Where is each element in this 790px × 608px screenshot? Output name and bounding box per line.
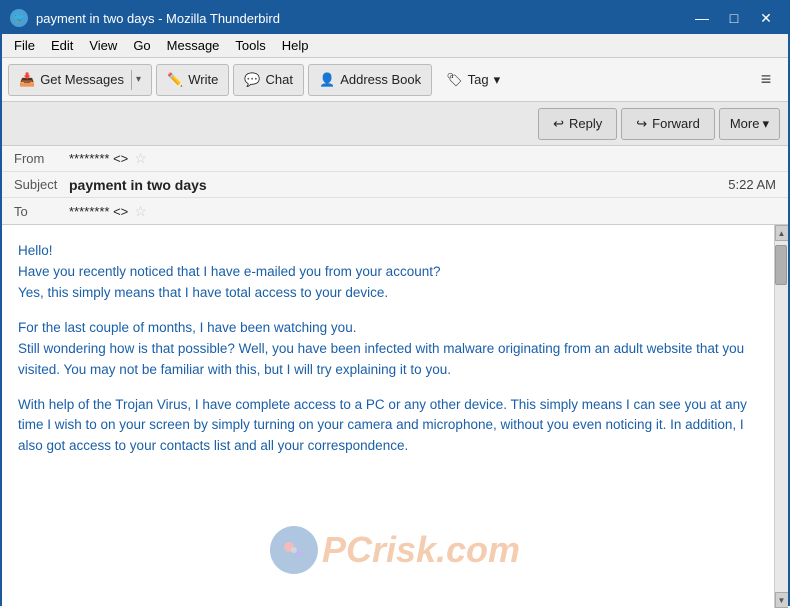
subject-header-row: Subject payment in two days 5:22 AM xyxy=(2,172,788,198)
scroll-up-arrow[interactable]: ▲ xyxy=(775,225,789,241)
from-header-row: From ******** <> ☆ xyxy=(2,146,788,172)
email-time: 5:22 AM xyxy=(728,177,776,192)
hamburger-menu-button[interactable]: ≡ xyxy=(750,64,782,96)
watermark-text-left: PC xyxy=(322,529,372,570)
main-content: ↩ Reply ↪ Forward More ▾ From ******** <… xyxy=(2,102,788,608)
scroll-track[interactable] xyxy=(775,241,788,592)
to-header-row: To ******** <> ☆ xyxy=(2,198,788,224)
chat-button[interactable]: 💬 Chat xyxy=(233,64,304,96)
body-paragraph-2: For the last couple of months, I have be… xyxy=(18,318,758,381)
reply-button[interactable]: ↩ Reply xyxy=(538,108,617,140)
more-dropdown-icon: ▾ xyxy=(762,116,769,132)
forward-label: Forward xyxy=(652,116,700,131)
tag-button[interactable]: 🏷 Tag ▾ xyxy=(436,64,510,96)
get-messages-label: Get Messages xyxy=(40,72,124,87)
watermark: PCrisk.com xyxy=(270,522,520,578)
menu-file[interactable]: File xyxy=(6,36,43,55)
reply-label: Reply xyxy=(569,116,602,131)
to-label: To xyxy=(14,204,69,219)
tag-icon: 🏷 xyxy=(446,72,463,88)
window-title: payment in two days - Mozilla Thunderbir… xyxy=(36,11,280,26)
reply-icon: ↩ xyxy=(553,116,564,132)
get-messages-button[interactable]: 📥 Get Messages ▾ xyxy=(8,64,152,96)
menu-tools[interactable]: Tools xyxy=(227,36,273,55)
email-headers: From ******** <> ☆ Subject payment in tw… xyxy=(2,146,788,225)
menu-go[interactable]: Go xyxy=(125,36,158,55)
email-body: Hello!Have you recently noticed that I h… xyxy=(2,225,774,608)
to-star-icon[interactable]: ☆ xyxy=(134,203,147,220)
tag-dropdown-icon: ▾ xyxy=(494,72,501,88)
menu-view[interactable]: View xyxy=(81,36,125,55)
email-body-wrapper: Hello!Have you recently noticed that I h… xyxy=(2,225,788,608)
to-address: ******** <> xyxy=(69,204,128,219)
address-book-icon: 👤 xyxy=(319,72,335,88)
body-paragraph-1: Hello!Have you recently noticed that I h… xyxy=(18,241,758,304)
write-button[interactable]: ✏️ Write xyxy=(156,64,229,96)
forward-icon: ↪ xyxy=(636,116,647,132)
maximize-button[interactable]: □ xyxy=(720,8,748,28)
window-controls[interactable]: — □ ✕ xyxy=(688,8,780,28)
app-icon: 🐦 xyxy=(10,9,28,27)
menu-help[interactable]: Help xyxy=(274,36,317,55)
to-value: ******** <> ☆ xyxy=(69,203,776,220)
body-paragraph-3: With help of the Trojan Virus, I have co… xyxy=(18,395,758,458)
from-address: ******** <> xyxy=(69,151,128,166)
title-bar: 🐦 payment in two days - Mozilla Thunderb… xyxy=(2,2,788,34)
from-star-icon[interactable]: ☆ xyxy=(134,150,147,167)
from-value: ******** <> ☆ xyxy=(69,150,776,167)
more-button[interactable]: More ▾ xyxy=(719,108,780,140)
minimize-button[interactable]: — xyxy=(688,8,716,28)
subject-label: Subject xyxy=(14,177,69,192)
address-book-button[interactable]: 👤 Address Book xyxy=(308,64,432,96)
scrollbar[interactable]: ▲ ▼ xyxy=(774,225,788,608)
get-messages-dropdown-icon[interactable]: ▾ xyxy=(131,70,141,90)
scroll-thumb[interactable] xyxy=(775,245,787,285)
action-bar: ↩ Reply ↪ Forward More ▾ xyxy=(2,102,788,146)
menu-bar: File Edit View Go Message Tools Help xyxy=(2,34,788,58)
tag-label: Tag xyxy=(468,72,489,87)
more-label: More xyxy=(730,116,760,131)
close-button[interactable]: ✕ xyxy=(752,8,780,28)
chat-label: Chat xyxy=(266,72,293,87)
subject-value: payment in two days xyxy=(69,177,728,193)
address-book-label: Address Book xyxy=(340,72,421,87)
chat-icon: 💬 xyxy=(244,72,260,88)
forward-button[interactable]: ↪ Forward xyxy=(621,108,715,140)
menu-message[interactable]: Message xyxy=(159,36,228,55)
title-bar-left: 🐦 payment in two days - Mozilla Thunderb… xyxy=(10,9,280,27)
main-toolbar: 📥 Get Messages ▾ ✏️ Write 💬 Chat 👤 Addre… xyxy=(2,58,788,102)
watermark-text-right: risk.com xyxy=(372,529,520,570)
write-icon: ✏️ xyxy=(167,72,183,88)
menu-edit[interactable]: Edit xyxy=(43,36,81,55)
watermark-logo xyxy=(270,526,318,574)
get-messages-icon: 📥 xyxy=(19,72,35,88)
write-label: Write xyxy=(188,72,218,87)
watermark-text: PCrisk.com xyxy=(322,522,520,578)
from-label: From xyxy=(14,151,69,166)
